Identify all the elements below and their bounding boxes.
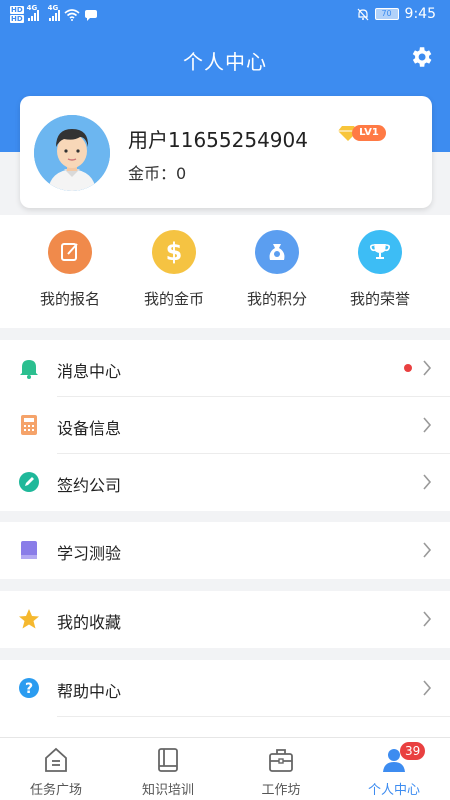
menu-item-favorites[interactable]: 我的收藏 (0, 591, 450, 648)
nav-personal-center[interactable]: 39 个人中心 (338, 742, 450, 798)
points-bag-icon (255, 230, 299, 274)
avatar[interactable] (34, 115, 110, 191)
pen-icon (19, 472, 39, 492)
status-bar: HD HD 4G 4G 70 9:45 (0, 0, 450, 30)
menu-item-messages[interactable]: 消息中心 (0, 340, 450, 397)
home-icon (45, 747, 67, 772)
coins-label: 金币： (128, 164, 177, 183)
star-icon (19, 609, 39, 629)
status-right: 70 9:45 (357, 6, 436, 22)
notebook-icon (158, 748, 178, 772)
quick-action-coins[interactable]: $ 我的金币 (124, 230, 224, 309)
quick-action-label: 我的积分 (246, 290, 307, 308)
wifi-icon (64, 9, 80, 21)
menu-item-contract-company[interactable]: 签约公司 (0, 454, 450, 511)
status-left: HD HD 4G 4G (10, 4, 98, 24)
coins-value: 0 (176, 164, 187, 183)
clock: 9:45 (404, 6, 436, 22)
trophy-icon (358, 230, 402, 274)
menu-item-help-center[interactable]: ? 帮助中心 (0, 660, 450, 717)
hd-indicator: HD HD (10, 6, 24, 24)
chevron-right-icon (423, 417, 432, 433)
book-icon (21, 541, 37, 559)
menu-item-study-quiz[interactable]: 学习测验 (0, 522, 450, 579)
nav-workshop[interactable]: 工作坊 (225, 746, 337, 798)
menu-item-label: 我的收藏 (57, 613, 122, 632)
dollar-icon: $ (152, 230, 196, 274)
page-title: 个人中心 (183, 50, 267, 74)
signal-2-icon: 4G (48, 4, 60, 21)
chevron-right-icon (423, 680, 432, 696)
chevron-right-icon (423, 542, 432, 558)
menu-group-1: 消息中心 设备信息 签约公司 (0, 340, 450, 511)
menu-item-partial[interactable] (0, 717, 450, 737)
quick-action-points[interactable]: 我的积分 (227, 230, 327, 309)
bottom-nav: 任务广场 知识培训 工作坊 39 个人中心 (0, 737, 450, 800)
profile-card[interactable]: 用户11655254904 LV1 金币：0 (20, 96, 432, 208)
edit-note-icon (48, 230, 92, 274)
nav-label: 知识培训 (141, 783, 194, 798)
signal-2-label: 4G (47, 4, 59, 12)
nav-knowledge-training[interactable]: 知识培训 (112, 746, 224, 798)
coins-line: 金币：0 (128, 160, 186, 184)
title-bar: 个人中心 (0, 38, 450, 78)
menu-item-device-info[interactable]: 设备信息 (0, 397, 450, 454)
signal-1-label: 4G (26, 4, 38, 12)
quick-action-label: 我的金币 (143, 290, 204, 308)
briefcase-icon (269, 749, 293, 772)
menu-item-label: 设备信息 (57, 419, 122, 438)
menu-item-label: 签约公司 (57, 476, 122, 495)
hd-bottom: HD (10, 15, 24, 23)
notification-badge: 39 (400, 742, 426, 760)
quick-action-label: 我的报名 (39, 290, 100, 308)
quick-action-registration[interactable]: 我的报名 (20, 230, 120, 309)
quick-action-label: 我的荣誉 (349, 290, 410, 308)
hd-top: HD (10, 6, 24, 14)
help-icon: ? (19, 678, 39, 698)
bell-icon (20, 360, 38, 379)
gear-icon[interactable] (408, 44, 434, 70)
nav-label: 个人中心 (367, 783, 420, 798)
nav-label: 工作坊 (261, 783, 301, 798)
menu-item-label: 帮助中心 (57, 682, 122, 701)
svg-text:?: ? (25, 681, 33, 697)
chevron-right-icon (423, 360, 432, 376)
menu-item-label: 消息中心 (57, 362, 122, 381)
menu-group-3: 我的收藏 (0, 591, 450, 648)
menu-group-4: ? 帮助中心 (0, 660, 450, 737)
chevron-right-icon (423, 474, 432, 490)
chevron-right-icon (423, 611, 432, 627)
nav-task-square[interactable]: 任务广场 (0, 746, 112, 798)
battery-icon: 70 (374, 8, 399, 20)
mute-bell-icon (357, 8, 368, 20)
nav-label: 任务广场 (29, 783, 82, 798)
avatar-illustration (34, 115, 110, 191)
menu-item-label: 学习测验 (57, 544, 122, 563)
unread-dot (404, 364, 412, 372)
menu-group-2: 学习测验 (0, 522, 450, 579)
signal-1-icon: 4G (27, 4, 39, 21)
username: 用户11655254904 (128, 128, 308, 152)
calculator-icon (21, 415, 37, 435)
level-indicator: LV1 (338, 125, 386, 141)
level-badge: LV1 (352, 125, 386, 141)
quick-action-honors[interactable]: 我的荣誉 (330, 230, 430, 309)
message-notification-icon (84, 10, 97, 21)
quick-actions: 我的报名 $ 我的金币 我的积分 我的荣誉 (0, 215, 450, 328)
